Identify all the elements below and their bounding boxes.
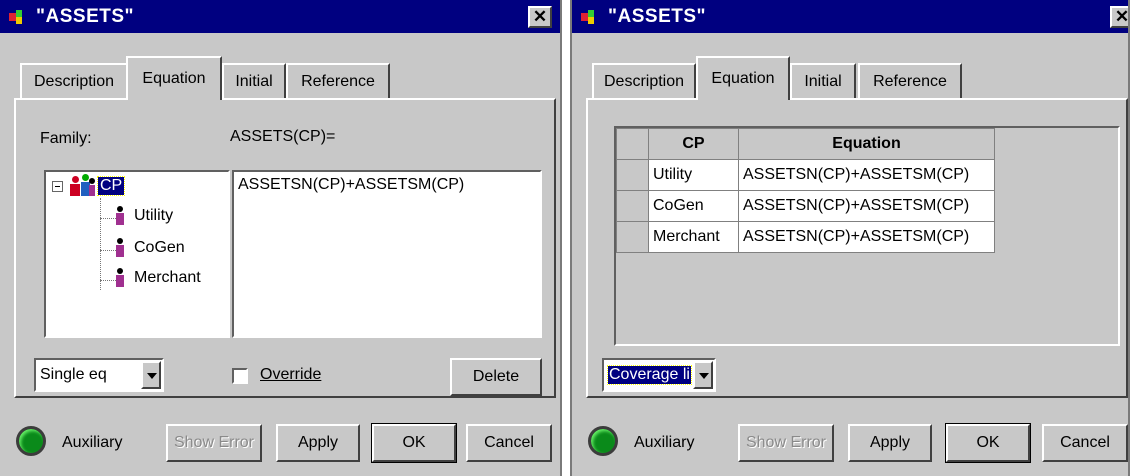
chevron-down-icon[interactable] [141,361,161,389]
equation-label: ASSETS(CP)= [230,128,336,145]
family-label: Family: [40,130,92,147]
row-selector[interactable] [616,159,649,191]
column-header-equation[interactable]: Equation [738,128,995,160]
assets-dialog-tree-view: "ASSETS" ✕ Description Equation Initial … [0,0,562,476]
override-checkbox[interactable] [232,368,248,384]
tree-node-utility[interactable]: Utility [116,206,173,226]
grid-cell[interactable]: ASSETSN(CP)+ASSETSM(CP) [738,221,995,253]
delete-button[interactable]: Delete [450,358,542,396]
title-bar[interactable]: "ASSETS" ✕ [572,0,1128,33]
show-error-button[interactable]: Show Error [166,424,262,462]
tab-equation[interactable]: Equation [696,56,790,100]
table-row: Merchant ASSETSN(CP)+ASSETSM(CP) [616,221,995,253]
select-value: Single eq [40,366,107,383]
override-label: Override [260,366,322,383]
select-value: Coverage li [607,365,692,385]
grid-cell[interactable]: CoGen [648,190,739,222]
table-row: Utility ASSETSN(CP)+ASSETSM(CP) [616,159,995,191]
dialog-title: "ASSETS" [608,5,707,27]
person-icon [116,238,124,258]
ok-button[interactable]: OK [945,423,1031,463]
ok-button[interactable]: OK [371,423,457,463]
equation-grid: CP Equation Utility ASSETSN(CP)+ASSETSM(… [616,128,995,253]
tree-node-label: Merchant [134,269,201,286]
grid-cell[interactable]: ASSETSN(CP)+ASSETSM(CP) [738,159,995,191]
tab-initial[interactable]: Initial [790,63,856,98]
table-row: CoGen ASSETSN(CP)+ASSETSM(CP) [616,190,995,222]
chevron-down-icon[interactable] [693,361,713,389]
equation-panel: CP Equation Utility ASSETSN(CP)+ASSETSM(… [586,98,1128,398]
tree-node-merchant[interactable]: Merchant [116,268,201,288]
tree-node-label: CoGen [134,239,185,256]
app-icon [580,9,602,25]
grid-cell[interactable]: ASSETSN(CP)+ASSETSM(CP) [738,190,995,222]
assets-dialog-grid-view: "ASSETS" ✕ Description Equation Initial … [570,0,1130,476]
tree-node-label: CP [96,176,126,196]
apply-button[interactable]: Apply [276,424,360,462]
tab-equation[interactable]: Equation [126,56,222,100]
tree-node-cogen[interactable]: CoGen [116,238,185,258]
tab-reference[interactable]: Reference [858,63,962,98]
person-icon [116,206,124,226]
show-error-button[interactable]: Show Error [738,424,834,462]
family-tree[interactable]: CP Utility CoGen Merchant [44,170,230,338]
app-icon [8,9,30,25]
tab-description[interactable]: Description [592,63,696,98]
grid-cell[interactable]: Utility [648,159,739,191]
dialog-title: "ASSETS" [36,5,135,27]
grid-header-row: CP Equation [616,128,995,160]
person-icon [116,268,124,288]
status-led-icon [16,426,46,456]
title-bar[interactable]: "ASSETS" ✕ [0,0,560,33]
equation-panel: Family: ASSETS(CP)= CP Utility CoGen Mer… [14,98,556,398]
collapse-icon[interactable] [52,181,63,192]
tab-description[interactable]: Description [20,63,128,98]
equation-mode-select[interactable]: Coverage li [602,358,716,392]
equation-mode-select[interactable]: Single eq [34,358,164,392]
row-selector[interactable] [616,190,649,222]
equation-grid-area: CP Equation Utility ASSETSN(CP)+ASSETSM(… [614,126,1120,346]
cancel-button[interactable]: Cancel [466,424,552,462]
grid-cell[interactable]: Merchant [648,221,739,253]
cancel-button[interactable]: Cancel [1042,424,1128,462]
grid-corner[interactable] [616,128,649,160]
equation-textarea[interactable]: ASSETSN(CP)+ASSETSM(CP) [232,170,542,338]
status-led-icon [588,426,618,456]
close-icon[interactable]: ✕ [528,6,552,28]
tree-node-cp[interactable]: CP [70,174,126,198]
row-selector[interactable] [616,221,649,253]
tree-node-label: Utility [134,207,174,224]
status-label: Auxiliary [62,434,123,451]
close-icon[interactable]: ✕ [1110,6,1128,28]
apply-button[interactable]: Apply [848,424,932,462]
column-header-cp[interactable]: CP [648,128,739,160]
status-label: Auxiliary [634,434,695,451]
tab-reference[interactable]: Reference [286,63,390,98]
family-group-icon [70,174,96,198]
tab-initial[interactable]: Initial [222,63,286,98]
